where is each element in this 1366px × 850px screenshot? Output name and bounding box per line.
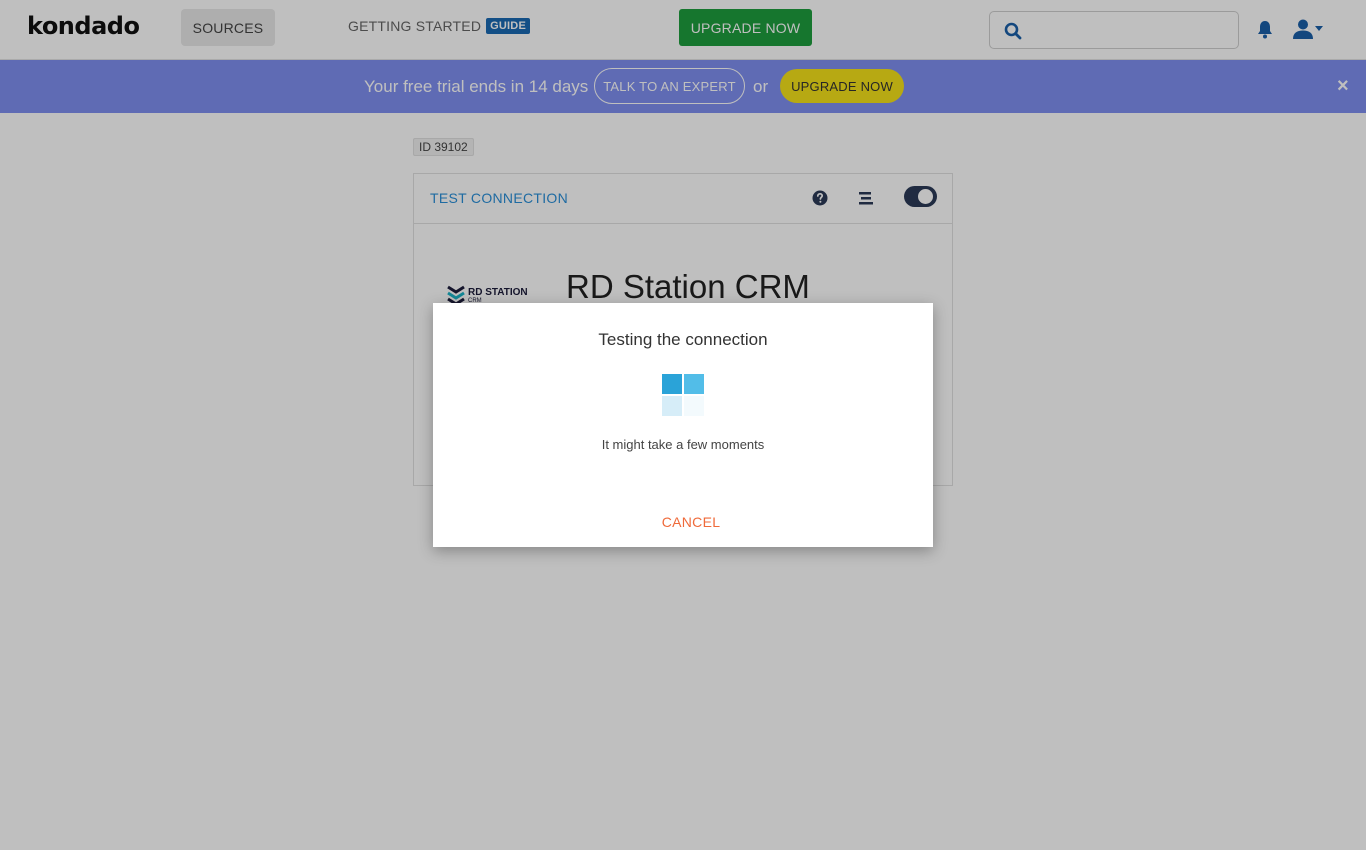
- spinner-square: [684, 374, 704, 394]
- spinner-square: [662, 374, 682, 394]
- loading-spinner-icon: [662, 374, 706, 418]
- modal-subtitle: It might take a few moments: [601, 437, 765, 452]
- modal-title: Testing the connection: [598, 330, 768, 349]
- spinner-square: [684, 396, 704, 416]
- spinner-square: [662, 396, 682, 416]
- testing-connection-modal: Testing the connection It might take a f…: [433, 303, 933, 547]
- cancel-button[interactable]: CANCEL: [433, 514, 949, 530]
